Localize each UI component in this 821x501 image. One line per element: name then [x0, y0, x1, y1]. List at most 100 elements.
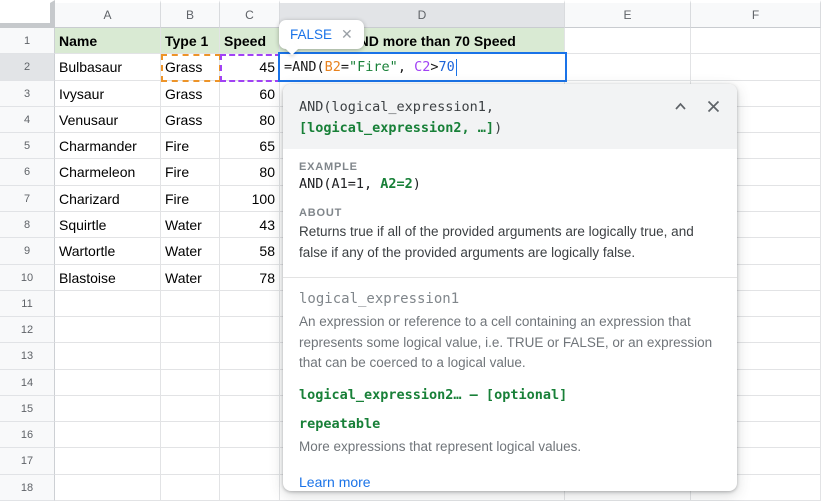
cell-B16[interactable] — [161, 422, 220, 448]
signature-line-1: AND(logical_expression1, — [299, 99, 495, 115]
formula-token: = — [340, 59, 350, 75]
cell-B6[interactable]: Fire — [161, 159, 220, 186]
close-icon[interactable] — [706, 99, 721, 114]
preview-result-value: FALSE — [290, 27, 333, 42]
cell-C5[interactable]: 65 — [220, 133, 280, 159]
spreadsheet: A B C D E F 1 Name Type 1 Speed Fire Type AND more… — [0, 0, 821, 501]
row-header-17[interactable]: 17 — [0, 448, 55, 475]
row-header-11[interactable]: 11 — [0, 291, 55, 317]
cell-C1[interactable]: Speed — [220, 28, 280, 54]
cell-C17[interactable] — [220, 448, 280, 475]
cell-C10[interactable]: 78 — [220, 265, 280, 291]
signature-line-2: [logical_expression2, …]) — [299, 120, 503, 136]
row-header-4[interactable]: 4 — [0, 107, 55, 133]
cell-A3[interactable]: Ivysaur — [55, 81, 161, 107]
row-header-18[interactable]: 18 — [0, 475, 55, 501]
row-header-1[interactable]: 1 — [0, 28, 55, 54]
row-header-3[interactable]: 3 — [0, 81, 55, 107]
collapse-chevron-up-icon[interactable] — [673, 99, 688, 114]
cell-B17[interactable] — [161, 448, 220, 475]
cell-A10[interactable]: Blastoise — [55, 265, 161, 291]
row-header-5[interactable]: 5 — [0, 133, 55, 159]
cell-B1[interactable]: Type 1 — [161, 28, 220, 54]
column-header-A[interactable]: A — [55, 0, 161, 28]
cell-A7[interactable]: Charizard — [55, 186, 161, 212]
row-header-12[interactable]: 12 — [0, 317, 55, 343]
cell-B4[interactable]: Grass — [161, 107, 220, 133]
cell-B3[interactable]: Grass — [161, 81, 220, 107]
column-header-B[interactable]: B — [161, 0, 220, 28]
cell-A9[interactable]: Wartortle — [55, 238, 161, 265]
param2-description: More expressions that represent logical … — [299, 438, 582, 454]
close-icon[interactable]: ✕ — [341, 26, 353, 43]
cell-C6[interactable]: 80 — [220, 159, 280, 186]
cell-C12[interactable] — [220, 317, 280, 343]
cell-C8[interactable]: 43 — [220, 212, 280, 238]
cell-C9[interactable]: 58 — [220, 238, 280, 265]
formula-token: "Fire" — [349, 59, 398, 75]
row-header-13[interactable]: 13 — [0, 343, 55, 370]
cell-C4[interactable]: 80 — [220, 107, 280, 133]
row-header-6[interactable]: 6 — [0, 159, 55, 186]
column-header-F[interactable]: F — [691, 0, 821, 28]
column-header-E[interactable]: E — [565, 0, 691, 28]
cell-C7[interactable]: 100 — [220, 186, 280, 212]
cell-C13[interactable] — [220, 343, 280, 370]
cell-B11[interactable] — [161, 291, 220, 317]
cell-A17[interactable] — [55, 448, 161, 475]
cell-F1[interactable] — [691, 28, 821, 54]
formula-token: C2 — [414, 59, 431, 75]
cell-A8[interactable]: Squirtle — [55, 212, 161, 238]
cell-A15[interactable] — [55, 396, 161, 422]
formula-token: =AND( — [284, 59, 325, 75]
cell-E1[interactable] — [565, 28, 691, 54]
cell-A6[interactable]: Charmeleon — [55, 159, 161, 186]
select-all-corner[interactable] — [0, 0, 55, 28]
example-code: AND(A1=1, A2=2) — [299, 176, 421, 192]
cell-A2[interactable]: Bulbasaur — [55, 54, 161, 81]
row-header-9[interactable]: 9 — [0, 238, 55, 265]
formula-result-preview: FALSE ✕ — [279, 20, 364, 56]
formula-editor-cell-d2[interactable]: =AND(B2="Fire", C2>70 — [278, 52, 567, 82]
cell-B9[interactable]: Water — [161, 238, 220, 265]
text-cursor — [455, 58, 458, 76]
row-header-10[interactable]: 10 — [0, 265, 55, 291]
cell-C15[interactable] — [220, 396, 280, 422]
row-header-8[interactable]: 8 — [0, 212, 55, 238]
cell-A11[interactable] — [55, 291, 161, 317]
cell-E2[interactable] — [565, 54, 691, 81]
row-header-7[interactable]: 7 — [0, 186, 55, 212]
cell-A4[interactable]: Venusaur — [55, 107, 161, 133]
row-header-15[interactable]: 15 — [0, 396, 55, 422]
cell-C14[interactable] — [220, 370, 280, 396]
cell-B15[interactable] — [161, 396, 220, 422]
learn-more-link[interactable]: Learn more — [299, 474, 371, 490]
cell-A12[interactable] — [55, 317, 161, 343]
cell-B5[interactable]: Fire — [161, 133, 220, 159]
cell-A1[interactable]: Name — [55, 28, 161, 54]
cell-A13[interactable] — [55, 343, 161, 370]
cell-B12[interactable] — [161, 317, 220, 343]
cell-C3[interactable]: 60 — [220, 81, 280, 107]
row-header-16[interactable]: 16 — [0, 422, 55, 448]
cell-B7[interactable]: Fire — [161, 186, 220, 212]
cell-B18[interactable] — [161, 475, 220, 501]
cell-B10[interactable]: Water — [161, 265, 220, 291]
cell-A14[interactable] — [55, 370, 161, 396]
cell-B14[interactable] — [161, 370, 220, 396]
cell-A5[interactable]: Charmander — [55, 133, 161, 159]
cell-F2[interactable] — [691, 54, 821, 81]
cell-C11[interactable] — [220, 291, 280, 317]
row-header-14[interactable]: 14 — [0, 370, 55, 396]
cell-C16[interactable] — [220, 422, 280, 448]
column-header-C[interactable]: C — [220, 0, 280, 28]
cell-B8[interactable]: Water — [161, 212, 220, 238]
cell-C18[interactable] — [220, 475, 280, 501]
row-header-2[interactable]: 2 — [0, 54, 55, 81]
cell-A18[interactable] — [55, 475, 161, 501]
param1-description: An expression or reference to a cell con… — [299, 314, 713, 370]
formula-token: , — [397, 59, 415, 75]
formula-token: B2 — [324, 59, 341, 75]
cell-A16[interactable] — [55, 422, 161, 448]
cell-B13[interactable] — [161, 343, 220, 370]
